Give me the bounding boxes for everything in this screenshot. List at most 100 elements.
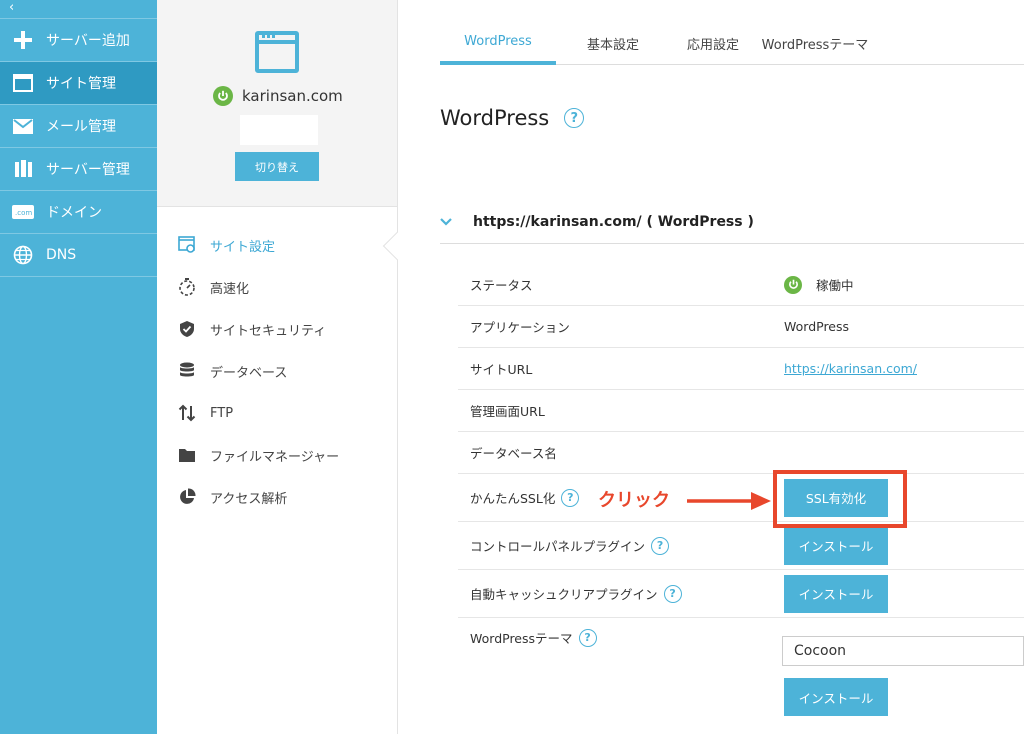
install-control-plugin-button[interactable]: インストール: [784, 526, 888, 565]
row-label-text: 自動キャッシュクリアプラグイン: [470, 587, 658, 602]
site-url-link[interactable]: https://karinsan.com/: [784, 361, 917, 376]
menu-label: 高速化: [210, 281, 250, 297]
nav-label: DNS: [46, 247, 77, 263]
pie-chart-icon: [177, 487, 197, 507]
page-title-block: WordPress ?: [440, 106, 585, 130]
browser-icon: [11, 72, 35, 94]
table-row-cache-plugin: 自動キャッシュクリアプラグイン ? インストール: [458, 570, 1024, 618]
nav-label: サーバー追加: [46, 33, 130, 49]
site-menu: サイト設定 高速化 サイトセキュリティ データベース FTP ファイルマネージャ…: [157, 224, 397, 518]
table-row-theme: WordPressテーマ ? Cocoon インストール: [458, 618, 1024, 728]
row-label: 管理画面URL: [470, 404, 545, 419]
cache-plugin-action: インストール: [784, 574, 888, 613]
site-summary: karinsan.com 切り替え: [157, 0, 397, 207]
menu-item-database[interactable]: データベース: [157, 350, 397, 392]
nav-item-site-management[interactable]: サイト管理: [0, 62, 157, 105]
switch-site-button[interactable]: 切り替え: [235, 152, 319, 181]
help-icon[interactable]: ?: [564, 108, 585, 128]
power-icon: [784, 275, 802, 294]
row-label: アプリケーション: [470, 320, 570, 335]
tab-wordpress-theme[interactable]: WordPressテーマ: [756, 22, 874, 65]
site-domain: karinsan.com: [242, 87, 343, 105]
site-url-value: https://karinsan.com/: [784, 361, 917, 376]
domain-icon: .com: [11, 201, 35, 223]
row-label: 自動キャッシュクリアプラグイン ?: [458, 584, 784, 603]
help-icon[interactable]: ?: [561, 488, 580, 507]
menu-item-site-security[interactable]: サイトセキュリティ: [157, 308, 397, 350]
theme-select[interactable]: Cocoon: [782, 636, 1024, 666]
nav-item-server-management[interactable]: サーバー管理: [0, 148, 157, 191]
nav-label: サーバー管理: [46, 162, 130, 178]
row-label: サイトURL: [470, 362, 533, 377]
table-row-db-name: データベース名: [458, 432, 1024, 474]
globe-icon: [11, 244, 35, 266]
tab-advanced-settings[interactable]: 応用設定: [670, 22, 756, 65]
application-value: WordPress: [784, 319, 850, 334]
nav-back-button[interactable]: ‹: [0, 0, 157, 19]
updown-arrows-icon: [177, 403, 197, 423]
nav-item-mail-management[interactable]: メール管理: [0, 105, 157, 148]
click-annotation-text: クリック: [598, 490, 670, 511]
folder-icon: [177, 445, 197, 465]
menu-label: データベース: [210, 365, 288, 381]
server-icon: [11, 158, 35, 180]
nav-item-add-server[interactable]: サーバー追加: [0, 19, 157, 62]
table-row-site-url: サイトURL https://karinsan.com/: [458, 348, 1024, 390]
settings-page-icon: [177, 235, 197, 255]
nav-item-dns[interactable]: DNS: [0, 234, 157, 277]
nav-label: ドメイン: [46, 205, 102, 221]
row-label: データベース名: [470, 446, 557, 461]
menu-item-file-manager[interactable]: ファイルマネージャー: [157, 434, 397, 476]
table-row-status: ステータス 稼働中: [458, 264, 1024, 306]
database-icon: [177, 361, 197, 381]
install-theme-button[interactable]: インストール: [784, 678, 888, 716]
site-domain-line: karinsan.com: [213, 86, 343, 106]
row-label: WordPressテーマ ?: [458, 628, 782, 647]
tab-basic-settings[interactable]: 基本設定: [556, 22, 670, 65]
row-label: コントロールパネルプラグイン ?: [458, 536, 784, 555]
status-text: 稼働中: [816, 278, 854, 293]
site-blank-field: [240, 115, 318, 145]
menu-item-site-settings[interactable]: サイト設定: [157, 224, 397, 266]
shield-icon: [177, 319, 197, 339]
main-content: WordPress 基本設定 応用設定 WordPressテーマ WordPre…: [398, 0, 1024, 734]
install-cache-plugin-button[interactable]: インストール: [784, 574, 888, 613]
menu-label: アクセス解析: [210, 491, 288, 507]
theme-controls: Cocoon インストール: [782, 628, 1024, 716]
mail-icon: [11, 115, 35, 137]
left-nav: ‹ サーバー追加 サイト管理 メール管理 サーバー管理 .com ドメイン DN…: [0, 0, 157, 734]
menu-item-ftp[interactable]: FTP: [157, 392, 397, 434]
status-value: 稼働中: [784, 275, 854, 294]
annotation-arrow-icon: [687, 492, 771, 510]
stopwatch-icon: [177, 277, 197, 297]
row-label: ステータス: [470, 278, 533, 293]
menu-item-access-analytics[interactable]: アクセス解析: [157, 476, 397, 518]
menu-item-speedup[interactable]: 高速化: [157, 266, 397, 308]
page-title: WordPress: [440, 106, 550, 130]
menu-label: サイト設定: [210, 239, 276, 255]
site-browser-icon: [255, 31, 299, 73]
table-row-control-plugin: コントロールパネルプラグイン ? インストール: [458, 522, 1024, 570]
menu-label: ファイルマネージャー: [210, 449, 340, 465]
help-icon[interactable]: ?: [663, 584, 682, 603]
help-icon[interactable]: ?: [578, 628, 597, 647]
highlight-frame: [773, 470, 907, 528]
nav-item-domain[interactable]: .com ドメイン: [0, 191, 157, 234]
site-section-header[interactable]: https://karinsan.com/ ( WordPress ): [440, 200, 1024, 244]
chevron-down-icon: [440, 217, 454, 226]
table-row-admin-url: 管理画面URL: [458, 390, 1024, 432]
menu-label: FTP: [210, 405, 234, 421]
help-icon[interactable]: ?: [651, 536, 670, 555]
nav-label: サイト管理: [46, 76, 116, 92]
row-label-text: コントロールパネルプラグイン: [470, 539, 646, 554]
power-icon: [213, 86, 233, 106]
plus-icon: [11, 29, 35, 51]
svg-text:.com: .com: [15, 209, 32, 217]
row-label-text: WordPressテーマ: [470, 631, 573, 646]
control-plugin-action: インストール: [784, 526, 888, 565]
site-panel: karinsan.com 切り替え サイト設定 高速化 サイトセキュリティ デー…: [157, 0, 398, 734]
nav-label: メール管理: [46, 119, 116, 135]
tab-wordpress[interactable]: WordPress: [440, 22, 556, 65]
table-row-application: アプリケーション WordPress: [458, 306, 1024, 348]
section-title: https://karinsan.com/ ( WordPress ): [473, 213, 754, 230]
